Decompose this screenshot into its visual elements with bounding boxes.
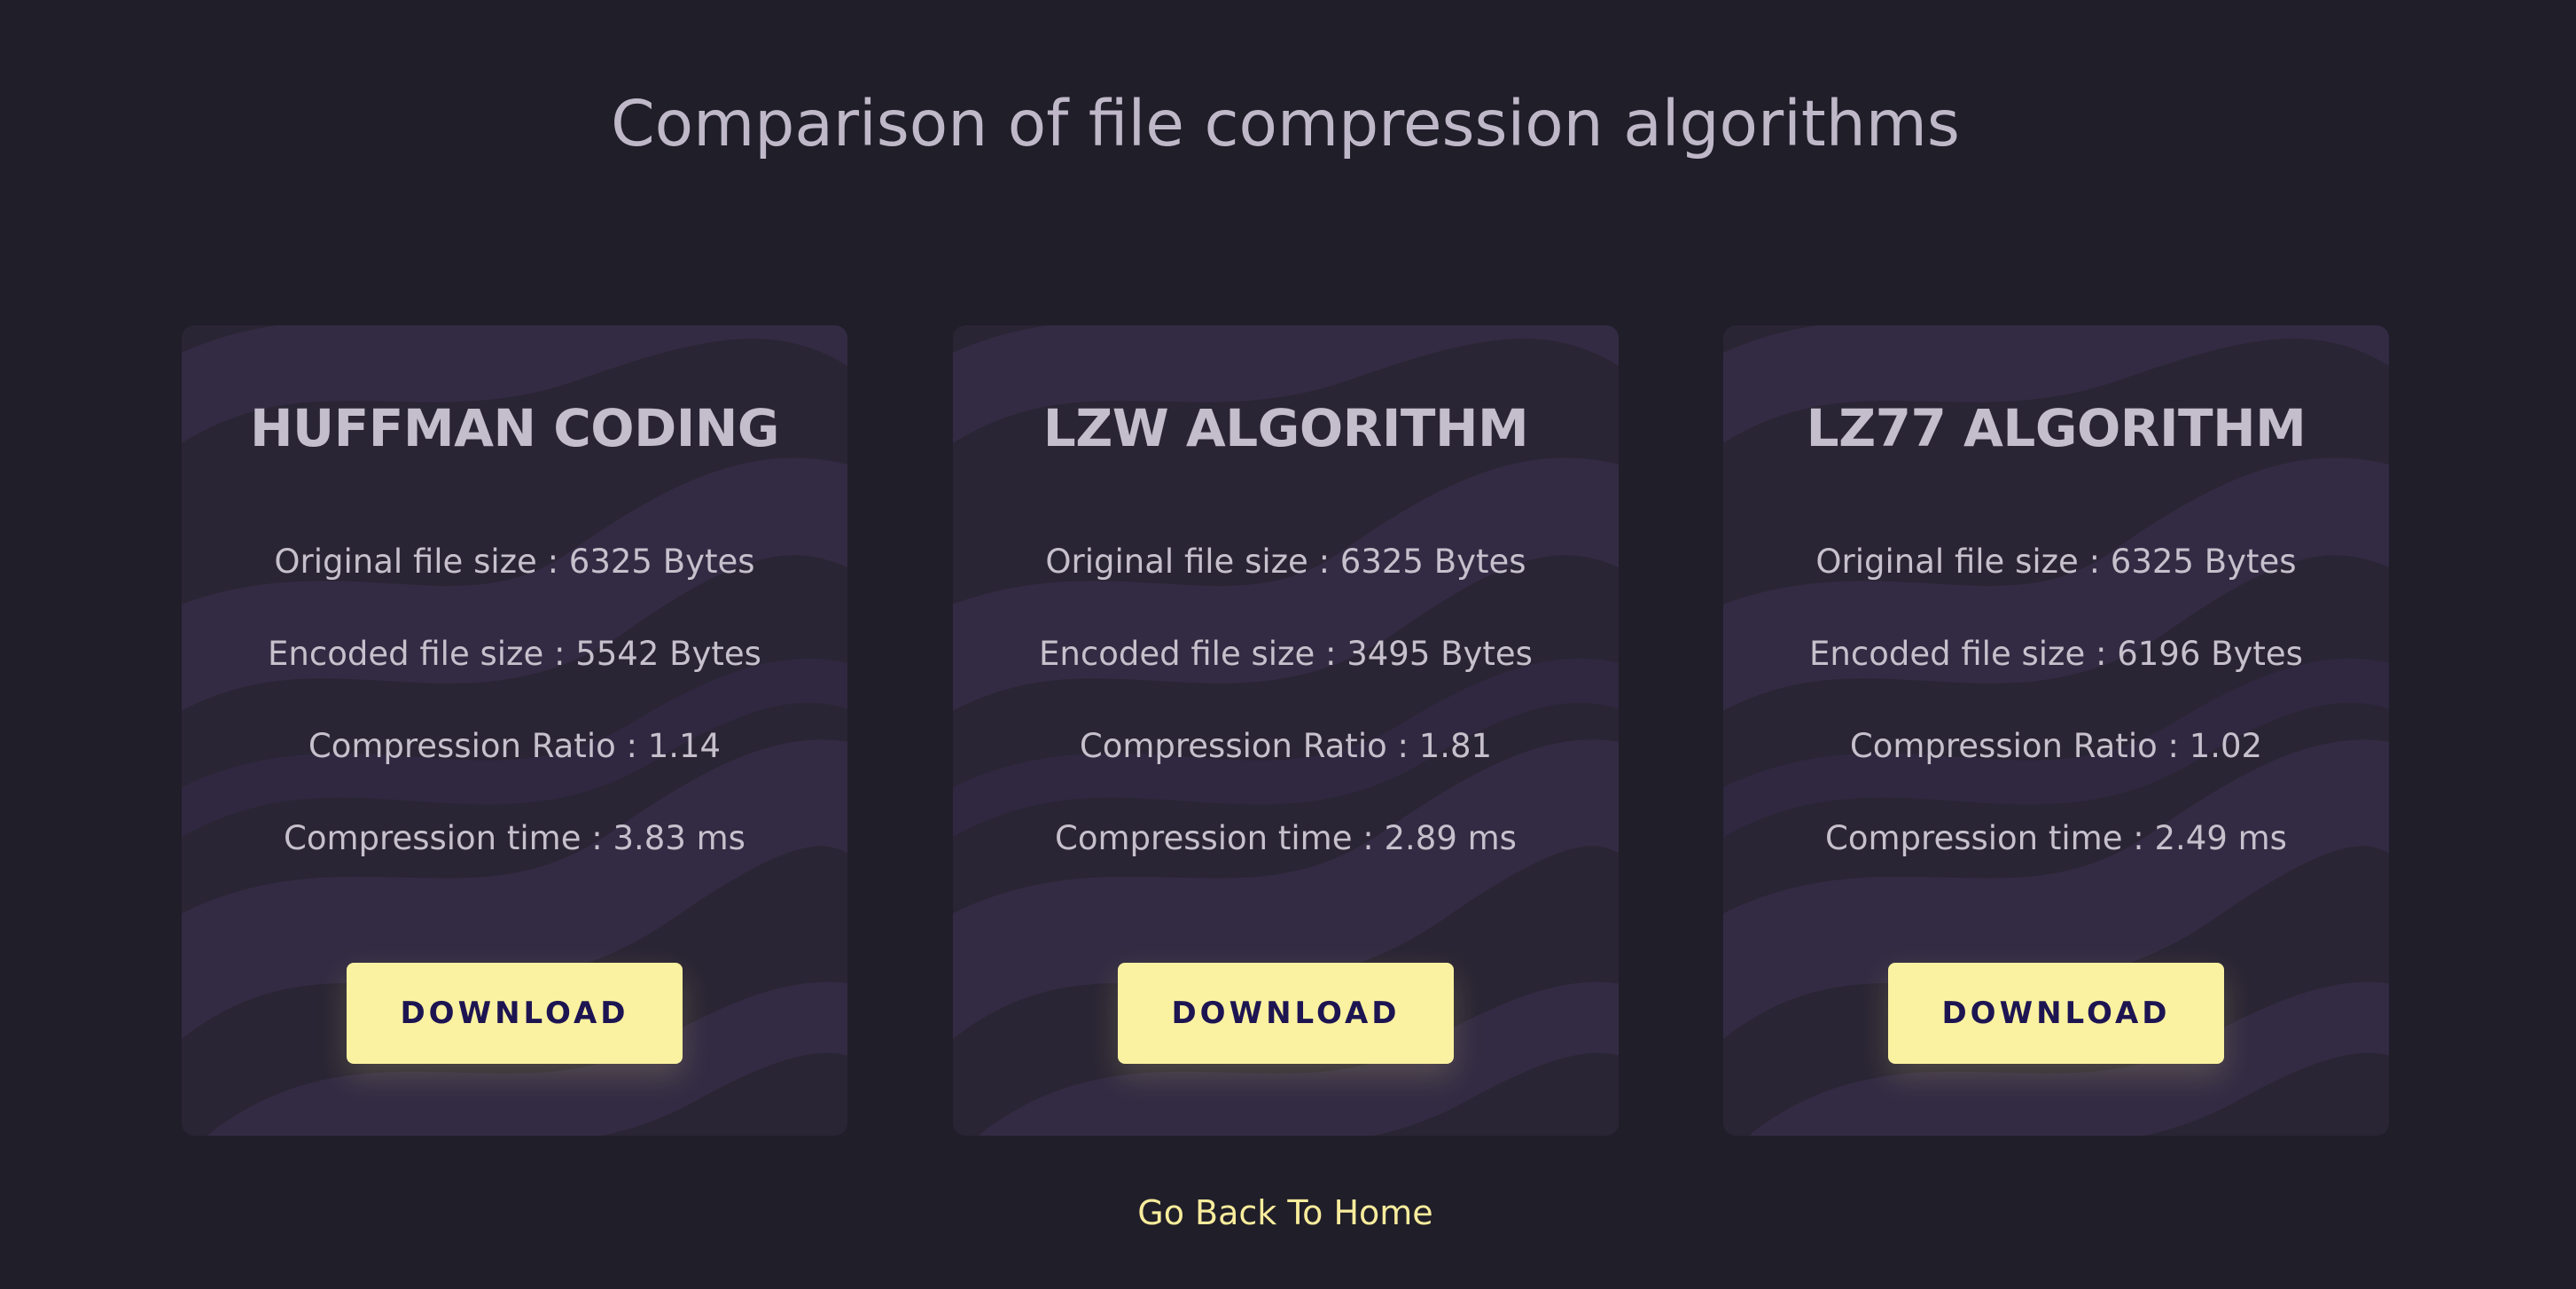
- algorithm-cards: HUFFMAN CODING Original file size : 6325…: [182, 325, 2389, 1136]
- card-title: LZ77 ALGORITHM: [1806, 398, 2307, 458]
- download-label: DOWNLOAD: [1941, 996, 2171, 1031]
- compression-time: Compression time : 2.49 ms: [1825, 819, 2287, 857]
- download-button-lz77[interactable]: DOWNLOAD: [1888, 963, 2224, 1064]
- compression-ratio: Compression Ratio : 1.02: [1849, 727, 2263, 765]
- download-label: DOWNLOAD: [1171, 996, 1401, 1031]
- original-file-size: Original file size : 6325 Bytes: [1045, 543, 1526, 581]
- download-label: DOWNLOAD: [400, 996, 629, 1031]
- compression-ratio: Compression Ratio : 1.81: [1079, 727, 1493, 765]
- card-lz77-algorithm: LZ77 ALGORITHM Original file size : 6325…: [1723, 325, 2389, 1136]
- card-lzw-algorithm: LZW ALGORITHM Original file size : 6325 …: [953, 325, 1619, 1136]
- page-title: Comparison of file compression algorithm…: [611, 87, 1960, 160]
- encoded-file-size: Encoded file size : 3495 Bytes: [1039, 635, 1533, 673]
- encoded-file-size: Encoded file size : 5542 Bytes: [268, 635, 761, 673]
- card-huffman-coding: HUFFMAN CODING Original file size : 6325…: [182, 325, 847, 1136]
- go-back-home-link[interactable]: Go Back To Home: [0, 1193, 2571, 1232]
- card-title: HUFFMAN CODING: [250, 398, 779, 458]
- download-button-lzw[interactable]: DOWNLOAD: [1118, 963, 1454, 1064]
- original-file-size: Original file size : 6325 Bytes: [274, 543, 755, 581]
- card-title: LZW ALGORITHM: [1042, 398, 1529, 458]
- download-button-huffman[interactable]: DOWNLOAD: [347, 963, 683, 1064]
- original-file-size: Original file size : 6325 Bytes: [1815, 543, 2297, 581]
- compression-ratio: Compression Ratio : 1.14: [308, 727, 722, 765]
- encoded-file-size: Encoded file size : 6196 Bytes: [1809, 635, 2303, 673]
- compression-time: Compression time : 2.89 ms: [1055, 819, 1517, 857]
- compression-time: Compression time : 3.83 ms: [284, 819, 745, 857]
